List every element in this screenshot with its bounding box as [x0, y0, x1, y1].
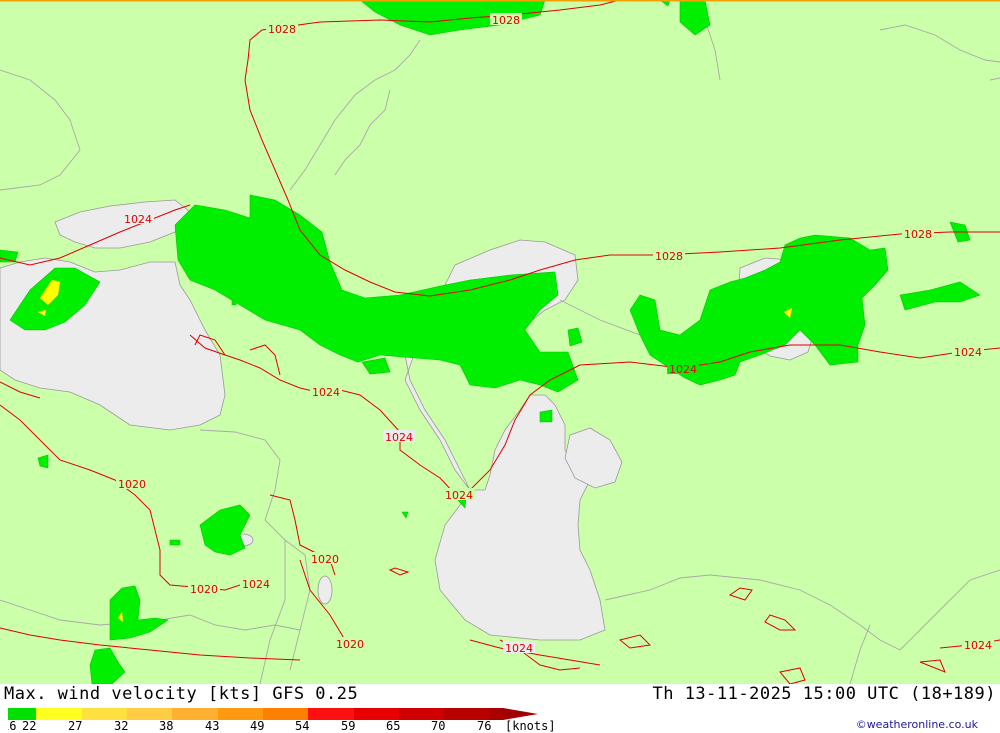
isobar-label: 1028: [268, 23, 296, 36]
isobar-label: 1024: [445, 489, 473, 502]
scale-tick-label: 54: [295, 719, 309, 732]
footer-bar: Max. wind velocity [kts] GFS 0.25 Th 13-…: [0, 684, 1000, 733]
scale-color-block: [490, 708, 503, 720]
isobar-label: 1024: [964, 639, 992, 652]
valid-time: Th 13-11-2025 15:00 UTC (18+189): [652, 684, 996, 704]
map-frame: [0, 0, 1000, 2]
map-title: Max. wind velocity [kts] GFS 0.25: [4, 684, 359, 704]
isobar-label: 1024: [124, 213, 152, 226]
weather-map[interactable]: 1028 1028 1024 1028 1028 1024 1024 1024 …: [0, 0, 1000, 684]
isobar-label: 1020: [190, 583, 218, 596]
isobar-label: 1024: [385, 431, 413, 444]
scale-tick-label: 49: [250, 719, 264, 732]
credit-link[interactable]: ©weatheronline.co.uk: [856, 718, 978, 731]
isobar-label: 1024: [669, 363, 697, 376]
color-scale-legend: 16 22 27 32 38 43 49 54 59 65 70 76 [knots]: [8, 708, 556, 732]
scale-tick-label: 38: [159, 719, 173, 732]
scale-tick-label: 16: [8, 719, 16, 732]
isobar-label: 1020: [336, 638, 364, 651]
scale-tick-label: 27: [68, 719, 82, 732]
isobar-label: 1020: [311, 553, 339, 566]
scale-tick-label: 76: [477, 719, 491, 732]
isobar-label: 1024: [242, 578, 270, 591]
scale-tick-label: 22: [22, 719, 36, 732]
scale-tick-label: 59: [341, 719, 355, 732]
scale-tick-label: 43: [205, 719, 219, 732]
scale-tick-label: 65: [386, 719, 400, 732]
isobar-label: 1028: [655, 250, 683, 263]
isobar-label: 1020: [118, 478, 146, 491]
isobar-label: 1028: [904, 228, 932, 241]
scale-tick-label: 70: [431, 719, 445, 732]
isobar-label: 1024: [954, 346, 982, 359]
scale-unit: [knots]: [505, 719, 556, 732]
isobar-label: 1028: [492, 14, 520, 27]
scale-tick-label: 32: [114, 719, 128, 732]
isobar-label: 1024: [505, 642, 533, 655]
isobar-label: 1024: [312, 386, 340, 399]
lake-sevan: [317, 575, 333, 605]
